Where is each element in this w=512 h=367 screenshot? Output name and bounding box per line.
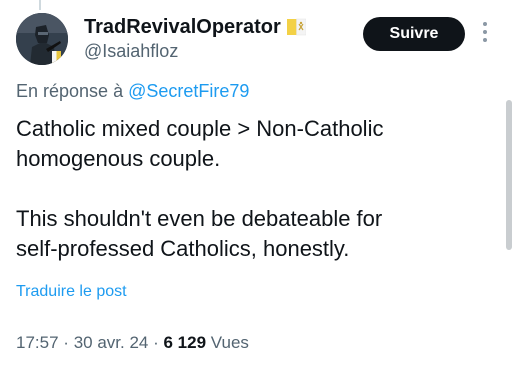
author-name-row: TradRevivalOperator [84,15,306,39]
meta-separator: · [153,333,159,352]
tweet-paragraph: This shouldn't even be debateable for se… [16,206,383,261]
tweet-text: Catholic mixed couple > Non-Catholic hom… [16,114,486,264]
post-time[interactable]: 17:57 [16,333,59,352]
thread-connector-line [39,0,41,10]
post-date[interactable]: 30 avr. 24 [74,333,149,352]
follow-button[interactable]: Suivre [363,17,465,51]
tweet-metadata: 17:57 · 30 avr. 24 · 6 129 Vues [16,332,249,354]
avatar-image [16,13,68,65]
author-handle[interactable]: @Isaiahfloz [84,40,178,62]
scrollbar[interactable] [506,100,512,250]
reply-context: En réponse à @SecretFire79 [16,80,249,102]
reply-prefix: En réponse à [16,81,124,101]
author-display-name[interactable]: TradRevivalOperator [84,15,281,39]
avatar[interactable] [16,13,68,65]
views-label: Vues [210,333,249,352]
tweet-paragraph: Catholic mixed couple > Non-Catholic hom… [16,116,384,171]
meta-separator: · [63,333,69,352]
vatican-flag-icon [286,18,306,36]
more-vertical-icon[interactable] [480,22,490,46]
translate-post-link[interactable]: Traduire le post [16,282,127,302]
views-count: 6 129 [163,333,207,352]
reply-mention-link[interactable]: @SecretFire79 [128,81,249,101]
